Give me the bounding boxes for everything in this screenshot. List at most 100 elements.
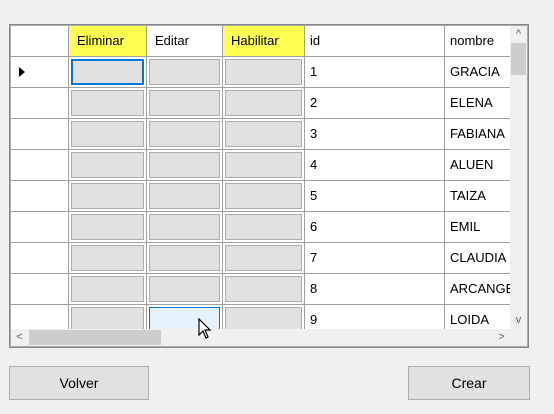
row-header[interactable] [11,119,69,149]
table-row[interactable]: 8 ARCANGEL [11,274,527,305]
vertical-scroll-thumb[interactable] [511,43,526,75]
habilitar-cell [223,181,305,211]
habilitar-cell [223,243,305,273]
habilitar-button[interactable] [225,214,302,240]
column-header-eliminar[interactable]: Eliminar [69,26,147,56]
habilitar-button[interactable] [225,307,302,330]
column-header-editar[interactable]: Editar [147,26,223,56]
vertical-scrollbar[interactable]: ^ v [510,26,527,329]
id-cell[interactable]: 2 [305,88,445,118]
scroll-up-icon[interactable]: ^ [510,26,527,43]
table-row[interactable]: 7 CLAUDIA [11,243,527,274]
row-header[interactable] [11,88,69,118]
mouse-cursor-icon [198,318,212,339]
eliminar-button[interactable] [71,276,144,302]
editar-button[interactable] [149,245,220,271]
scroll-left-icon[interactable]: < [11,329,28,346]
row-header[interactable] [11,57,69,87]
editar-cell [147,243,223,273]
table-row[interactable]: 4 ALUEN [11,150,527,181]
habilitar-cell [223,119,305,149]
row-header[interactable] [11,243,69,273]
habilitar-cell [223,57,305,87]
eliminar-cell [69,88,147,118]
table-row[interactable]: 2 ELENA [11,88,527,119]
id-cell[interactable]: 9 [305,305,445,330]
habilitar-button[interactable] [225,183,302,209]
table-row[interactable]: 3 FABIANA [11,119,527,150]
crear-button[interactable]: Crear [408,366,530,400]
eliminar-cell [69,212,147,242]
column-header-id[interactable]: id [305,26,445,56]
editar-cell [147,212,223,242]
row-header[interactable] [11,274,69,304]
editar-cell [147,57,223,87]
id-cell[interactable]: 6 [305,212,445,242]
eliminar-cell [69,181,147,211]
eliminar-cell [69,57,147,87]
editar-cell [147,274,223,304]
editar-button[interactable] [149,276,220,302]
data-grid[interactable]: Eliminar Editar Habilitar id nombre 1 GRA… [9,24,529,348]
horizontal-scrollbar[interactable]: < > [11,329,510,346]
habilitar-cell [223,274,305,304]
row-header[interactable] [11,212,69,242]
grid-viewport: Eliminar Editar Habilitar id nombre 1 GRA… [11,26,527,330]
id-cell[interactable]: 4 [305,150,445,180]
habilitar-cell [223,150,305,180]
habilitar-button[interactable] [225,90,302,116]
id-cell[interactable]: 7 [305,243,445,273]
horizontal-scroll-thumb[interactable] [29,330,161,345]
habilitar-cell [223,305,305,330]
habilitar-button[interactable] [225,121,302,147]
editar-button[interactable] [149,183,220,209]
id-cell[interactable]: 8 [305,274,445,304]
id-cell[interactable]: 3 [305,119,445,149]
habilitar-button[interactable] [225,245,302,271]
eliminar-cell [69,150,147,180]
scrollbar-corner [510,329,527,346]
habilitar-button[interactable] [225,152,302,178]
row-header[interactable] [11,181,69,211]
editar-button[interactable] [149,214,220,240]
eliminar-button[interactable] [71,214,144,240]
scroll-down-icon[interactable]: v [510,312,527,329]
table-row[interactable]: 9 LOIDA [11,305,527,330]
current-row-arrow-icon [19,67,25,77]
eliminar-button[interactable] [71,183,144,209]
editar-button[interactable] [149,121,220,147]
editar-button[interactable] [149,90,220,116]
habilitar-cell [223,212,305,242]
eliminar-button[interactable] [71,245,144,271]
editar-cell [147,119,223,149]
eliminar-cell [69,305,147,330]
scroll-right-icon[interactable]: > [493,329,510,346]
table-row[interactable]: 6 EMIL [11,212,527,243]
eliminar-cell [69,243,147,273]
habilitar-cell [223,88,305,118]
row-header[interactable] [11,150,69,180]
eliminar-button[interactable] [71,121,144,147]
eliminar-button[interactable] [71,307,144,330]
editar-cell [147,150,223,180]
column-header-habilitar[interactable]: Habilitar [223,26,305,56]
habilitar-button[interactable] [225,276,302,302]
id-cell[interactable]: 5 [305,181,445,211]
editar-cell [147,88,223,118]
grid-header-row: Eliminar Editar Habilitar id nombre [11,26,527,57]
editar-button[interactable] [149,152,220,178]
eliminar-cell [69,119,147,149]
eliminar-button[interactable] [71,59,144,85]
header-corner[interactable] [11,26,69,56]
volver-button[interactable]: Volver [9,366,149,400]
table-row[interactable]: 1 GRACIA [11,57,527,88]
table-row[interactable]: 5 TAIZA [11,181,527,212]
id-cell[interactable]: 1 [305,57,445,87]
editar-button[interactable] [149,59,220,85]
eliminar-button[interactable] [71,152,144,178]
habilitar-button[interactable] [225,59,302,85]
row-header[interactable] [11,305,69,330]
editar-cell [147,181,223,211]
eliminar-cell [69,274,147,304]
eliminar-button[interactable] [71,90,144,116]
